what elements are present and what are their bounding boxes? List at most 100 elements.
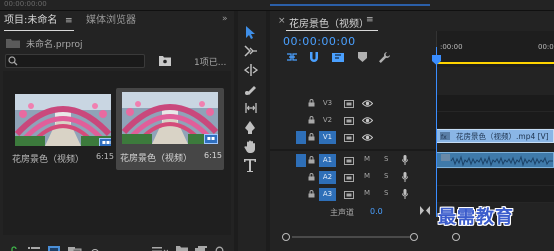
mute-button[interactable]: M bbox=[364, 172, 370, 180]
source-patch-a1[interactable] bbox=[296, 154, 306, 167]
ruler-time-label: 00:00 bbox=[538, 43, 554, 51]
playhead-handle[interactable] bbox=[432, 55, 441, 65]
track-lock-icon[interactable] bbox=[308, 173, 315, 181]
video-clip-label: 花房景色（视频）.mp4 [V] bbox=[456, 132, 549, 141]
nest-toggle-icon[interactable] bbox=[286, 52, 298, 62]
work-area-bar[interactable] bbox=[436, 62, 554, 64]
mute-button[interactable]: M bbox=[364, 189, 370, 197]
master-track-label: 主声道 bbox=[330, 208, 354, 217]
pen-tool-icon[interactable] bbox=[244, 121, 256, 134]
voice-over-mic-icon[interactable] bbox=[402, 189, 408, 199]
track-content-area[interactable] bbox=[436, 169, 554, 186]
track-lock-icon[interactable] bbox=[308, 99, 315, 107]
video-audio-divider[interactable] bbox=[270, 149, 436, 151]
voice-over-mic-icon[interactable] bbox=[402, 155, 408, 165]
track-label[interactable]: V2 bbox=[319, 114, 336, 127]
project-panel-footer bbox=[0, 233, 234, 251]
search-icon[interactable] bbox=[8, 56, 18, 66]
track-lock-icon[interactable] bbox=[308, 116, 315, 124]
clip-preview-image: ▪▪ bbox=[122, 92, 218, 144]
audio-clip[interactable] bbox=[436, 152, 554, 168]
type-tool-icon[interactable] bbox=[244, 159, 257, 172]
track-lock-icon[interactable] bbox=[308, 190, 315, 198]
close-sequence-button[interactable]: × bbox=[278, 16, 286, 26]
track-lock-icon[interactable] bbox=[308, 133, 315, 141]
clip-thumbnail-area: ▪▪▪ 花房景色（视频） 6:15 ▪▪ bbox=[3, 71, 231, 235]
item-count: 1项已... bbox=[194, 58, 227, 68]
toggle-sync-lock-icon[interactable] bbox=[344, 174, 354, 182]
tab-media-browser[interactable]: 媒体浏览器 bbox=[86, 14, 136, 28]
add-marker-icon[interactable] bbox=[358, 52, 367, 62]
track-label[interactable]: V3 bbox=[319, 97, 336, 110]
track-label[interactable]: A1 bbox=[319, 154, 336, 167]
find-icon[interactable] bbox=[215, 246, 226, 251]
active-tab-indicator bbox=[4, 30, 74, 31]
track-label[interactable]: A2 bbox=[319, 171, 336, 184]
slip-tool-icon[interactable] bbox=[244, 102, 258, 114]
voice-over-mic-icon[interactable] bbox=[402, 172, 408, 182]
razor-tool-icon[interactable] bbox=[244, 83, 257, 96]
solo-button[interactable]: S bbox=[384, 189, 388, 197]
playhead-line[interactable] bbox=[436, 47, 437, 217]
new-item-icon[interactable] bbox=[195, 246, 207, 251]
toggle-sync-lock-icon[interactable] bbox=[344, 100, 354, 108]
linked-selection-icon[interactable] bbox=[332, 52, 344, 63]
clip-thumbnail[interactable]: ▪▪▪ 花房景色（视频） 6:15 bbox=[8, 89, 116, 171]
track-label[interactable]: V1 bbox=[319, 131, 336, 144]
toggle-sync-lock-icon[interactable] bbox=[344, 191, 354, 199]
hand-tool-icon[interactable] bbox=[244, 140, 257, 153]
clip-name: 花房景色（视频） bbox=[12, 155, 85, 165]
sequence-tab[interactable]: 花房景色（视频） bbox=[289, 15, 369, 30]
freeform-view-icon[interactable] bbox=[68, 246, 82, 251]
go-to-out-icon[interactable] bbox=[420, 206, 430, 215]
ripple-edit-tool-icon[interactable] bbox=[244, 64, 258, 76]
sequence-menu-button[interactable]: ≡ bbox=[366, 15, 374, 25]
tab-project[interactable]: 项目:未命名 bbox=[4, 14, 57, 28]
track-output-eye-icon[interactable] bbox=[362, 117, 373, 124]
clip-preview-image: ▪▪▪ bbox=[15, 94, 111, 146]
sort-icon[interactable] bbox=[152, 246, 168, 251]
new-search-bin-icon[interactable] bbox=[159, 55, 171, 66]
toggle-sync-lock-icon[interactable] bbox=[344, 157, 354, 165]
fx-badge-icon: fx bbox=[440, 132, 450, 140]
timeline-zoom-scrollbar[interactable] bbox=[292, 236, 410, 238]
snap-icon[interactable] bbox=[309, 52, 319, 63]
clip-thumbnail-selected[interactable]: ▪▪ 花房景色（视频） 6:15 bbox=[116, 88, 224, 170]
track-select-tool-icon[interactable] bbox=[244, 45, 258, 57]
track-a2: A2 M S bbox=[270, 169, 554, 186]
clip-type-badge: ▪▪▪ bbox=[99, 138, 111, 146]
clip-duration: 6:15 bbox=[96, 152, 114, 161]
list-view-icon[interactable] bbox=[28, 246, 40, 251]
selection-tool-icon[interactable] bbox=[244, 26, 256, 39]
track-content-area[interactable] bbox=[436, 186, 554, 203]
toggle-sync-lock-icon[interactable] bbox=[344, 117, 354, 125]
mute-button[interactable]: M bbox=[364, 155, 370, 163]
toggle-sync-lock-icon[interactable] bbox=[344, 134, 354, 142]
solo-button[interactable]: S bbox=[384, 172, 388, 180]
lock-icon[interactable] bbox=[9, 246, 19, 251]
timeline-zoom-start-handle[interactable] bbox=[282, 233, 290, 241]
track-a3: A3 M S bbox=[270, 186, 554, 203]
new-bin-icon[interactable] bbox=[176, 246, 188, 251]
track-content-area[interactable] bbox=[436, 95, 554, 112]
playhead-timecode[interactable]: 00:00:00:00 bbox=[283, 35, 356, 48]
track-content-area[interactable] bbox=[436, 112, 554, 129]
tools-panel bbox=[238, 11, 266, 251]
tab-project-menu[interactable]: ≡ bbox=[65, 14, 73, 28]
master-volume-value[interactable]: 0.0 bbox=[370, 207, 383, 216]
solo-button[interactable]: S bbox=[384, 155, 388, 163]
icon-view-icon[interactable] bbox=[48, 246, 60, 251]
timeline-settings-wrench-icon[interactable] bbox=[379, 52, 390, 63]
source-patch-v1[interactable] bbox=[296, 131, 306, 144]
timeline-scroll-handle[interactable] bbox=[452, 233, 460, 241]
project-file-name: 未命名.prproj bbox=[26, 40, 83, 50]
panel-expand-button[interactable]: » bbox=[222, 14, 228, 24]
clip-type-badge: ▪▪ bbox=[204, 134, 218, 144]
track-output-eye-icon[interactable] bbox=[362, 134, 373, 141]
clip-name: 花房景色（视频） bbox=[120, 154, 193, 164]
timeline-zoom-end-handle[interactable] bbox=[410, 233, 418, 241]
track-lock-icon[interactable] bbox=[308, 156, 315, 164]
search-input[interactable] bbox=[5, 54, 145, 68]
track-label[interactable]: A3 bbox=[319, 188, 336, 201]
track-output-eye-icon[interactable] bbox=[362, 100, 373, 107]
